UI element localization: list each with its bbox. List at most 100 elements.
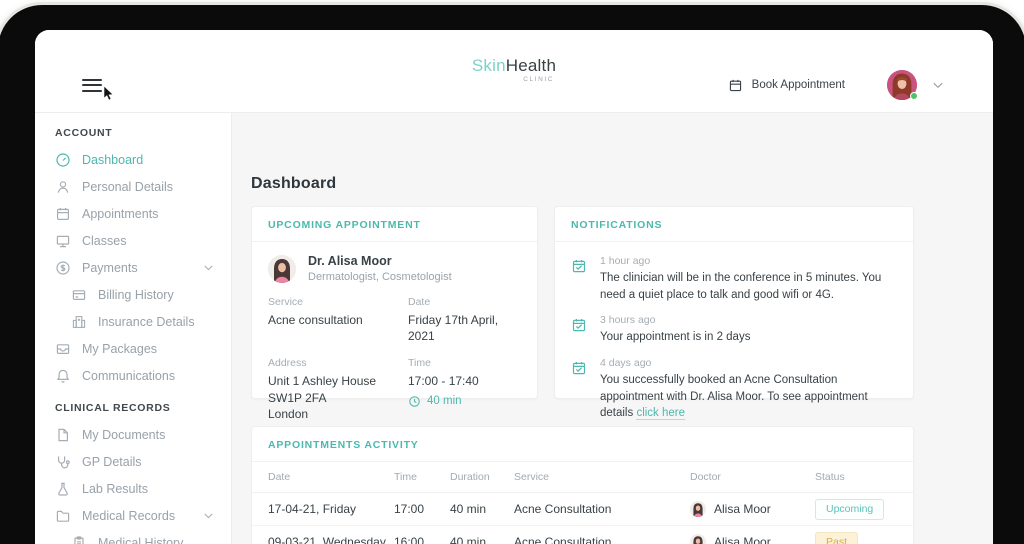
sidebar-item-label: Payments: [82, 261, 138, 275]
duration-value: 40 min: [427, 395, 462, 407]
page-title: Dashboard: [251, 175, 993, 193]
col-status: Status: [815, 471, 897, 483]
sidebar-item-label: Medical Records: [82, 509, 175, 523]
cell-service: Acne Consultation: [514, 502, 690, 516]
sidebar-item-payments[interactable]: Payments: [35, 254, 231, 281]
col-date: Date: [268, 471, 394, 483]
notification-text: The clinician will be in the conference …: [600, 270, 897, 303]
status-badge: Past: [815, 532, 858, 544]
online-status-dot: [910, 92, 918, 100]
chevron-down-icon: [204, 265, 213, 271]
service-value: Acne consultation: [268, 312, 408, 328]
sidebar-item-label: Lab Results: [82, 482, 148, 496]
notifications-title: NOTIFICATIONS: [555, 207, 913, 242]
col-time: Time: [394, 471, 450, 483]
sidebar-nav: ACCOUNT Dashboard Personal Details Appoi…: [35, 113, 232, 544]
cell-duration: 40 min: [450, 502, 514, 516]
doctor-avatar: [690, 501, 706, 517]
sidebar-item-my-packages[interactable]: My Packages: [35, 335, 231, 362]
sidebar-item-gp-details[interactable]: GP Details: [35, 448, 231, 475]
logo-secondary: Health: [506, 56, 556, 75]
doctor-avatar: [268, 255, 296, 283]
table-row: 17-04-21, Friday 17:00 40 min Acne Consu…: [252, 493, 913, 526]
logo-primary: Skin: [472, 56, 506, 75]
calendar-icon: [728, 78, 743, 93]
sidebar-item-label: Medical History: [98, 536, 183, 544]
sidebar-item-label: Personal Details: [82, 180, 173, 194]
date-value: Friday 17th April, 2021: [408, 312, 521, 344]
notification-time: 3 hours ago: [600, 314, 750, 326]
clock-icon: [408, 395, 421, 408]
address-label: Address: [268, 357, 408, 369]
table-row: 09-03-21, Wednesday 16:00 40 min Acne Co…: [252, 526, 913, 544]
stethoscope-icon: [55, 454, 71, 470]
doctor-name: Dr. Alisa Moor: [308, 254, 452, 268]
click-here-link[interactable]: click here: [636, 407, 685, 420]
user-menu[interactable]: [871, 70, 917, 100]
address-line: Unit 1 Ashley House: [268, 373, 408, 389]
notification-item: 1 hour ago The clinician will be in the …: [555, 248, 913, 307]
calendar-check-icon: [571, 360, 587, 422]
time-value: 17:00 - 17:40: [408, 373, 521, 389]
sidebar-item-lab-results[interactable]: Lab Results: [35, 475, 231, 502]
sidebar-item-label: Classes: [82, 234, 126, 248]
book-appointment-button[interactable]: Book Appointment: [728, 78, 845, 93]
notification-item: 4 days ago You successfully booked an Ac…: [555, 350, 913, 426]
address-line: SW1P 2FA: [268, 390, 408, 406]
sidebar-item-medical-records[interactable]: Medical Records: [35, 502, 231, 529]
sidebar-item-classes[interactable]: Classes: [35, 227, 231, 254]
cell-doctor: Alisa Moor: [714, 535, 771, 544]
notification-time: 1 hour ago: [600, 255, 897, 267]
sidebar-item-insurance-details[interactable]: Insurance Details: [35, 308, 231, 335]
book-appointment-label: Book Appointment: [752, 79, 845, 91]
sidebar-item-label: Insurance Details: [98, 315, 195, 329]
hospital-icon: [71, 314, 87, 330]
doctor-specialty: Dermatologist, Cosmetologist: [308, 271, 452, 283]
calendar-icon: [55, 206, 71, 222]
appointments-activity-card: APPOINTMENTS ACTIVITY Date Time Duration…: [251, 426, 914, 544]
notification-item: 3 hours ago Your appointment is in 2 day…: [555, 307, 913, 350]
main-content: Dashboard UPCOMING APPOINTMENT: [232, 113, 993, 544]
doctor-avatar: [690, 534, 706, 544]
sidebar-item-appointments[interactable]: Appointments: [35, 200, 231, 227]
hamburger-menu-icon[interactable]: [82, 75, 102, 95]
notification-time: 4 days ago: [600, 357, 897, 369]
upcoming-appointment-card: UPCOMING APPOINTMENT: [251, 206, 538, 399]
sidebar-item-personal-details[interactable]: Personal Details: [35, 173, 231, 200]
sidebar-item-label: Appointments: [82, 207, 158, 221]
credit-card-icon: [71, 287, 87, 303]
laptop-mockup: SkinHealth CLINIC Book Appointment: [0, 0, 1024, 544]
calendar-check-icon: [571, 317, 587, 346]
notifications-card: NOTIFICATIONS 1 hour ago The clinician w…: [554, 206, 914, 399]
top-bar: SkinHealth CLINIC Book Appointment: [35, 30, 993, 113]
col-doctor: Doctor: [690, 471, 815, 483]
upcoming-appointment-title: UPCOMING APPOINTMENT: [252, 207, 537, 242]
sidebar-item-my-documents[interactable]: My Documents: [35, 421, 231, 448]
sidebar-item-communications[interactable]: Communications: [35, 362, 231, 389]
cell-service: Acne Consultation: [514, 535, 690, 544]
person-icon: [55, 179, 71, 195]
clinic-logo: SkinHealth CLINIC: [472, 56, 556, 83]
flask-icon: [55, 481, 71, 497]
sidebar-item-label: Billing History: [98, 288, 174, 302]
col-service: Service: [514, 471, 690, 483]
cell-doctor: Alisa Moor: [714, 502, 771, 516]
time-label: Time: [408, 357, 521, 369]
sidebar-item-label: My Packages: [82, 342, 157, 356]
cell-time: 16:00: [394, 535, 450, 544]
date-label: Date: [408, 296, 521, 308]
sidebar-item-medical-history[interactable]: Medical History: [35, 529, 231, 544]
sidebar-item-billing-history[interactable]: Billing History: [35, 281, 231, 308]
mouse-cursor-icon: [103, 86, 114, 101]
calendar-check-icon: [571, 258, 587, 303]
col-duration: Duration: [450, 471, 514, 483]
sidebar-section-account: ACCOUNT: [55, 127, 231, 139]
status-badge: Upcoming: [815, 499, 884, 520]
cell-date: 09-03-21, Wednesday: [268, 535, 394, 544]
chevron-down-icon: [933, 82, 943, 89]
app-window: SkinHealth CLINIC Book Appointment: [35, 30, 993, 544]
bell-icon: [55, 368, 71, 384]
sidebar-item-dashboard[interactable]: Dashboard: [35, 146, 231, 173]
sidebar-item-label: My Documents: [82, 428, 165, 442]
package-icon: [55, 341, 71, 357]
